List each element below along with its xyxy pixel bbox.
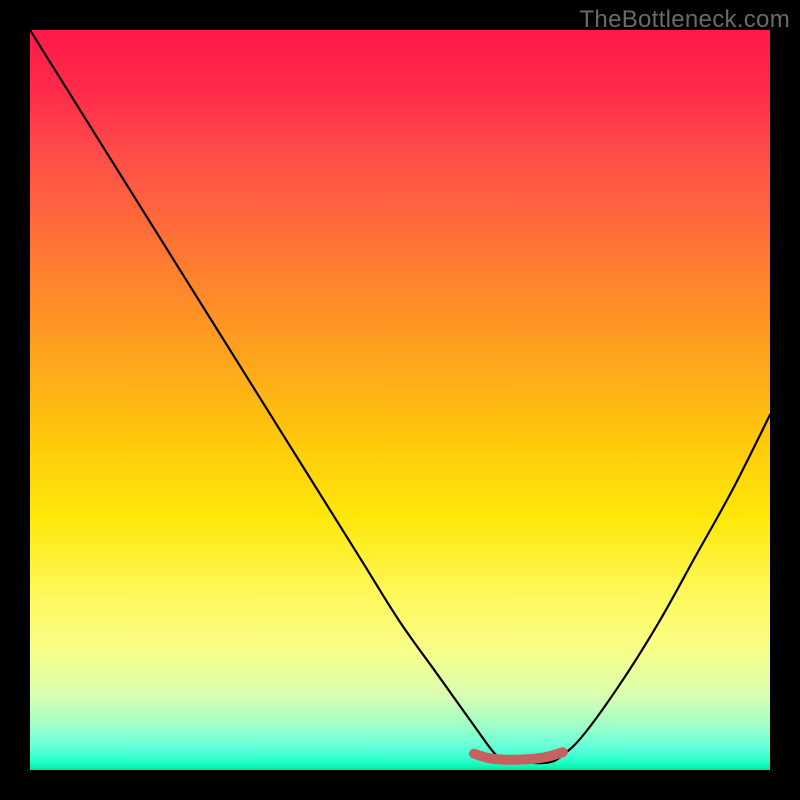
curve-svg (30, 30, 770, 770)
chart-container: TheBottleneck.com (0, 0, 800, 800)
bottleneck-curve-path (30, 30, 770, 763)
optimal-zone-path (474, 752, 563, 760)
plot-area (30, 30, 770, 770)
